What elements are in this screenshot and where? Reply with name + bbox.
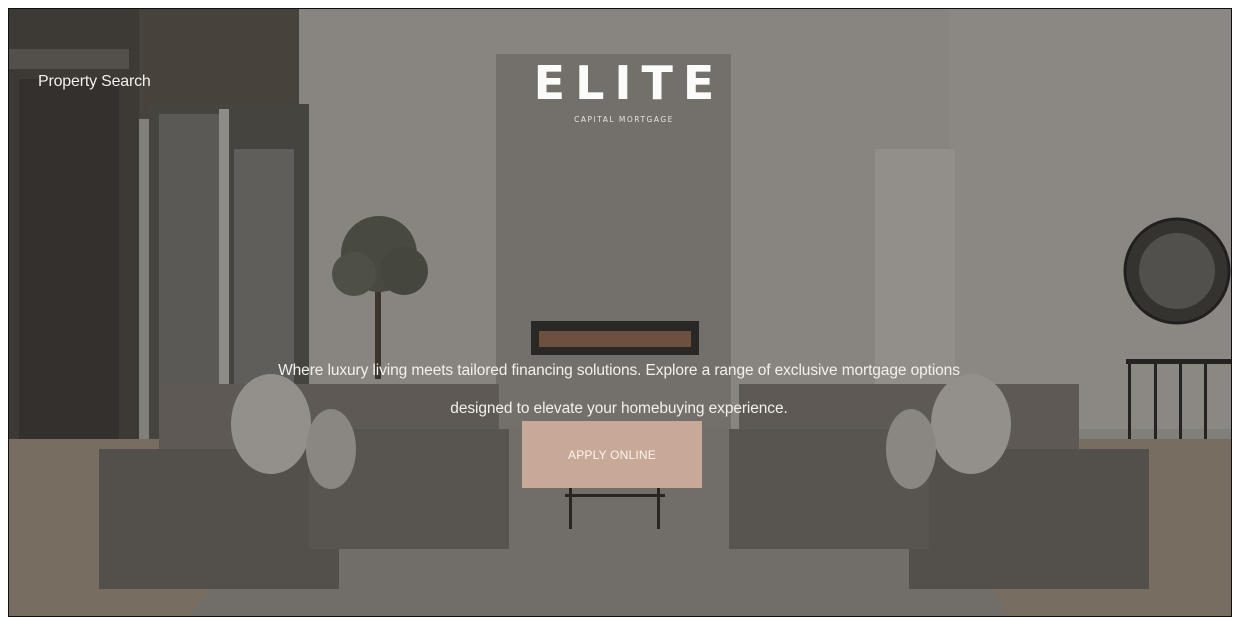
elite-logo[interactable]: ELITE CAPITAL MORTGAGE <box>514 57 734 124</box>
logo-wordmark: ELITE <box>533 56 725 110</box>
logo-subtitle: CAPITAL MORTGAGE <box>574 115 674 124</box>
hero-tagline-line-1: Where luxury living meets tailored finan… <box>278 362 960 379</box>
apply-online-button[interactable]: APPLY ONLINE <box>522 421 702 488</box>
hero-section: Property Search ELITE CAPITAL MORTGAGE W… <box>8 8 1232 617</box>
hero-tagline: Where luxury living meets tailored finan… <box>159 352 1079 428</box>
nav-property-search-link[interactable]: Property Search <box>38 73 151 91</box>
